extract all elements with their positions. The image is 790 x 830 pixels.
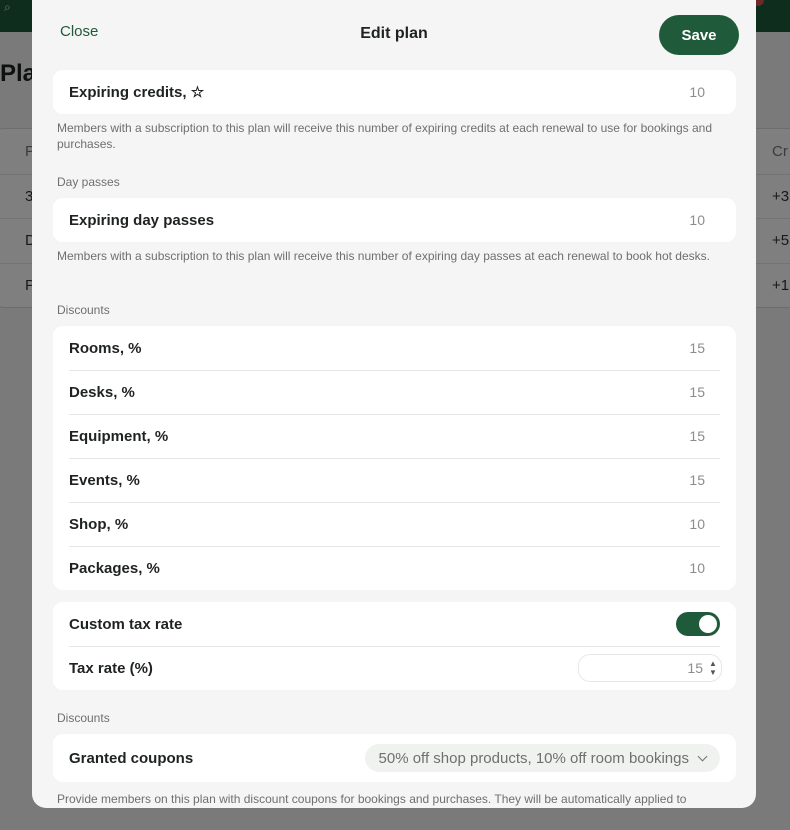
- section-label-discounts: Discounts: [57, 303, 110, 317]
- tax-rate-row[interactable]: Tax rate (%) 15 ▲ ▼: [53, 646, 736, 690]
- chevron-down-icon: [697, 751, 708, 761]
- granted-coupons-value: 50% off shop products, 10% off room book…: [378, 749, 689, 767]
- granted-coupons-select[interactable]: 50% off shop products, 10% off room book…: [364, 744, 720, 772]
- discount-row-events[interactable]: Events, % 15: [53, 458, 736, 502]
- tax-rate-label: Tax rate (%): [69, 659, 153, 677]
- discounts-card: Rooms, % 15 Desks, % 15 Equipment, % 15 …: [53, 326, 736, 590]
- discount-row-equipment[interactable]: Equipment, % 15: [53, 414, 736, 458]
- discount-label: Events, %: [69, 471, 140, 489]
- discount-input[interactable]: 15: [660, 428, 720, 444]
- expiring-credits-input[interactable]: 10: [660, 84, 720, 100]
- custom-tax-rate-label: Custom tax rate: [69, 615, 183, 633]
- edit-plan-modal: Close Edit plan Save Expiring credits, ☆…: [32, 0, 756, 808]
- tax-rate-value: 15: [687, 660, 703, 676]
- coupons-card: Granted coupons 50% off shop products, 1…: [53, 734, 736, 782]
- discount-input[interactable]: 10: [660, 560, 720, 576]
- toggle-knob: [699, 615, 717, 633]
- discount-label: Desks, %: [69, 383, 135, 401]
- discount-label: Shop, %: [69, 515, 129, 533]
- expiring-day-passes-row[interactable]: Expiring day passes 10: [53, 198, 736, 242]
- granted-coupons-row[interactable]: Granted coupons 50% off shop products, 1…: [53, 734, 736, 782]
- granted-coupons-help: Provide members on this plan with discou…: [57, 792, 687, 806]
- stepper-arrows-icon[interactable]: ▲ ▼: [707, 658, 719, 678]
- discount-label: Packages, %: [69, 559, 160, 577]
- expiring-day-passes-input[interactable]: 10: [660, 212, 720, 228]
- save-button[interactable]: Save: [659, 15, 739, 55]
- granted-coupons-label: Granted coupons: [69, 749, 194, 767]
- day-passes-card: Expiring day passes 10: [53, 198, 736, 242]
- discount-label: Rooms, %: [69, 339, 142, 357]
- discount-row-desks[interactable]: Desks, % 15: [53, 370, 736, 414]
- discount-row-packages[interactable]: Packages, % 10: [53, 546, 736, 590]
- expiring-credits-help: Members with a subscription to this plan…: [57, 121, 712, 151]
- discount-label: Equipment, %: [69, 427, 169, 445]
- discount-input[interactable]: 15: [660, 340, 720, 356]
- expiring-credits-label: Expiring credits, ☆: [69, 84, 205, 101]
- discount-input[interactable]: 15: [660, 472, 720, 488]
- section-label-coupons: Discounts: [57, 711, 110, 725]
- custom-tax-rate-toggle[interactable]: [676, 612, 720, 636]
- custom-tax-rate-row[interactable]: Custom tax rate: [53, 602, 736, 646]
- section-label-day-passes: Day passes: [57, 175, 120, 189]
- discount-input[interactable]: 10: [660, 516, 720, 532]
- modal-title: Edit plan: [360, 25, 428, 42]
- discount-row-shop[interactable]: Shop, % 10: [53, 502, 736, 546]
- expiring-credits-card: Expiring credits, ☆ 10: [53, 70, 736, 114]
- expiring-day-passes-label: Expiring day passes: [69, 211, 215, 229]
- tax-card: Custom tax rate Tax rate (%) 15 ▲ ▼: [53, 602, 736, 690]
- expiring-credits-row[interactable]: Expiring credits, ☆ 10: [53, 70, 736, 114]
- tax-rate-input[interactable]: 15 ▲ ▼: [578, 654, 722, 682]
- expiring-day-passes-help: Members with a subscription to this plan…: [57, 249, 710, 263]
- discount-row-rooms[interactable]: Rooms, % 15: [53, 326, 736, 370]
- discount-input[interactable]: 15: [660, 384, 720, 400]
